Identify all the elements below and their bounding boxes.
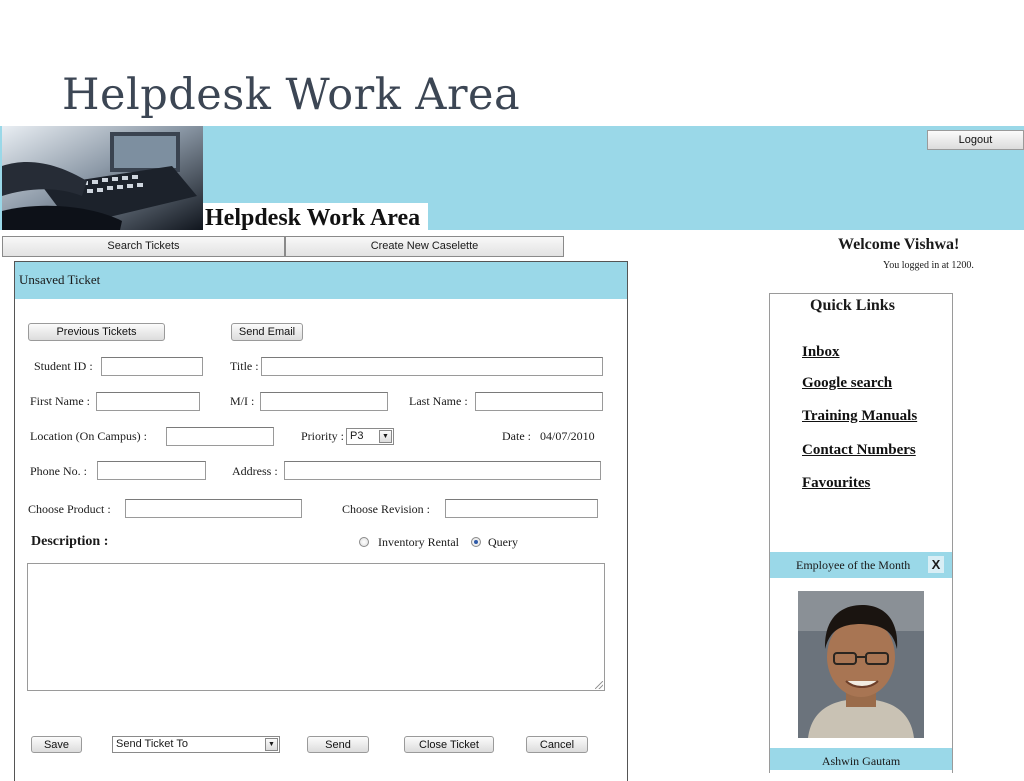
login-info: You logged in at 1200. bbox=[883, 260, 974, 271]
ticket-panel-title: Unsaved Ticket bbox=[19, 272, 101, 287]
date-value: 04/07/2010 bbox=[540, 429, 595, 443]
first-name-label: First Name : bbox=[30, 394, 90, 408]
title-input[interactable] bbox=[261, 357, 603, 376]
employee-of-month-title: Employee of the Month bbox=[796, 558, 911, 572]
quick-link-training-manuals[interactable]: Training Manuals bbox=[802, 408, 917, 425]
close-ticket-button[interactable]: Close Ticket bbox=[404, 736, 494, 753]
revision-label: Choose Revision : bbox=[342, 502, 431, 516]
address-label: Address : bbox=[232, 464, 278, 478]
mi-label: M/I : bbox=[230, 394, 255, 408]
logout-button[interactable]: Logout bbox=[927, 130, 1024, 150]
student-id-label: Student ID : bbox=[34, 359, 93, 373]
previous-tickets-button[interactable]: Previous Tickets bbox=[28, 323, 165, 341]
query-label: Query bbox=[488, 535, 518, 549]
send-button[interactable]: Send bbox=[307, 736, 369, 753]
location-label: Location (On Campus) : bbox=[30, 429, 147, 443]
address-input[interactable] bbox=[284, 461, 601, 480]
quick-link-contact-numbers[interactable]: Contact Numbers bbox=[802, 442, 916, 459]
priority-value: P3 bbox=[350, 430, 364, 442]
mi-input[interactable] bbox=[260, 392, 388, 411]
ticket-panel-header: Unsaved Ticket bbox=[15, 262, 627, 299]
priority-label: Priority : bbox=[301, 429, 345, 443]
priority-select[interactable]: P3 ▼ bbox=[346, 428, 394, 445]
first-name-input[interactable] bbox=[96, 392, 200, 411]
send-email-button[interactable]: Send Email bbox=[231, 323, 303, 341]
quick-links-title: Quick Links bbox=[810, 297, 895, 314]
inventory-rental-label: Inventory Rental bbox=[378, 535, 459, 549]
inventory-rental-radio[interactable] bbox=[359, 537, 369, 547]
phone-label: Phone No. : bbox=[30, 464, 87, 478]
banner-title: Helpdesk Work Area bbox=[203, 203, 429, 231]
close-icon[interactable]: X bbox=[928, 556, 944, 573]
description-textarea[interactable] bbox=[27, 563, 605, 691]
tab-search-tickets[interactable]: Search Tickets bbox=[2, 236, 285, 257]
product-label: Choose Product : bbox=[28, 502, 111, 516]
phone-input[interactable] bbox=[97, 461, 206, 480]
tab-create-new-caselette[interactable]: Create New Caselette bbox=[285, 236, 564, 257]
last-name-input[interactable] bbox=[475, 392, 603, 411]
quick-link-favourites[interactable]: Favourites bbox=[802, 475, 870, 492]
employee-photo bbox=[798, 591, 924, 738]
banner-keyboard-image bbox=[2, 126, 203, 230]
welcome-message: Welcome Vishwa! bbox=[838, 236, 960, 253]
student-id-input[interactable] bbox=[101, 357, 203, 376]
resize-grip-icon[interactable] bbox=[595, 681, 603, 689]
revision-input[interactable] bbox=[445, 499, 598, 518]
quick-link-inbox[interactable]: Inbox bbox=[802, 344, 840, 361]
send-ticket-to-value: Send Ticket To bbox=[116, 738, 188, 750]
query-radio[interactable] bbox=[471, 537, 481, 547]
employee-of-month-header: Employee of the Month X bbox=[770, 552, 952, 578]
employee-name: Ashwin Gautam bbox=[770, 748, 952, 770]
save-button[interactable]: Save bbox=[31, 736, 82, 753]
cancel-button[interactable]: Cancel bbox=[526, 736, 588, 753]
quick-link-google-search[interactable]: Google search bbox=[802, 375, 892, 392]
slide-title: Helpdesk Work Area bbox=[62, 70, 521, 120]
title-label: Title : bbox=[230, 359, 259, 373]
dropdown-arrow-icon[interactable]: ▼ bbox=[265, 738, 278, 751]
product-input[interactable] bbox=[125, 499, 302, 518]
date-label: Date : bbox=[502, 429, 531, 443]
location-input[interactable] bbox=[166, 427, 274, 446]
send-ticket-to-select[interactable]: Send Ticket To ▼ bbox=[112, 736, 280, 753]
dropdown-arrow-icon[interactable]: ▼ bbox=[379, 430, 392, 443]
last-name-label: Last Name : bbox=[409, 394, 468, 408]
description-label: Description : bbox=[31, 534, 109, 549]
